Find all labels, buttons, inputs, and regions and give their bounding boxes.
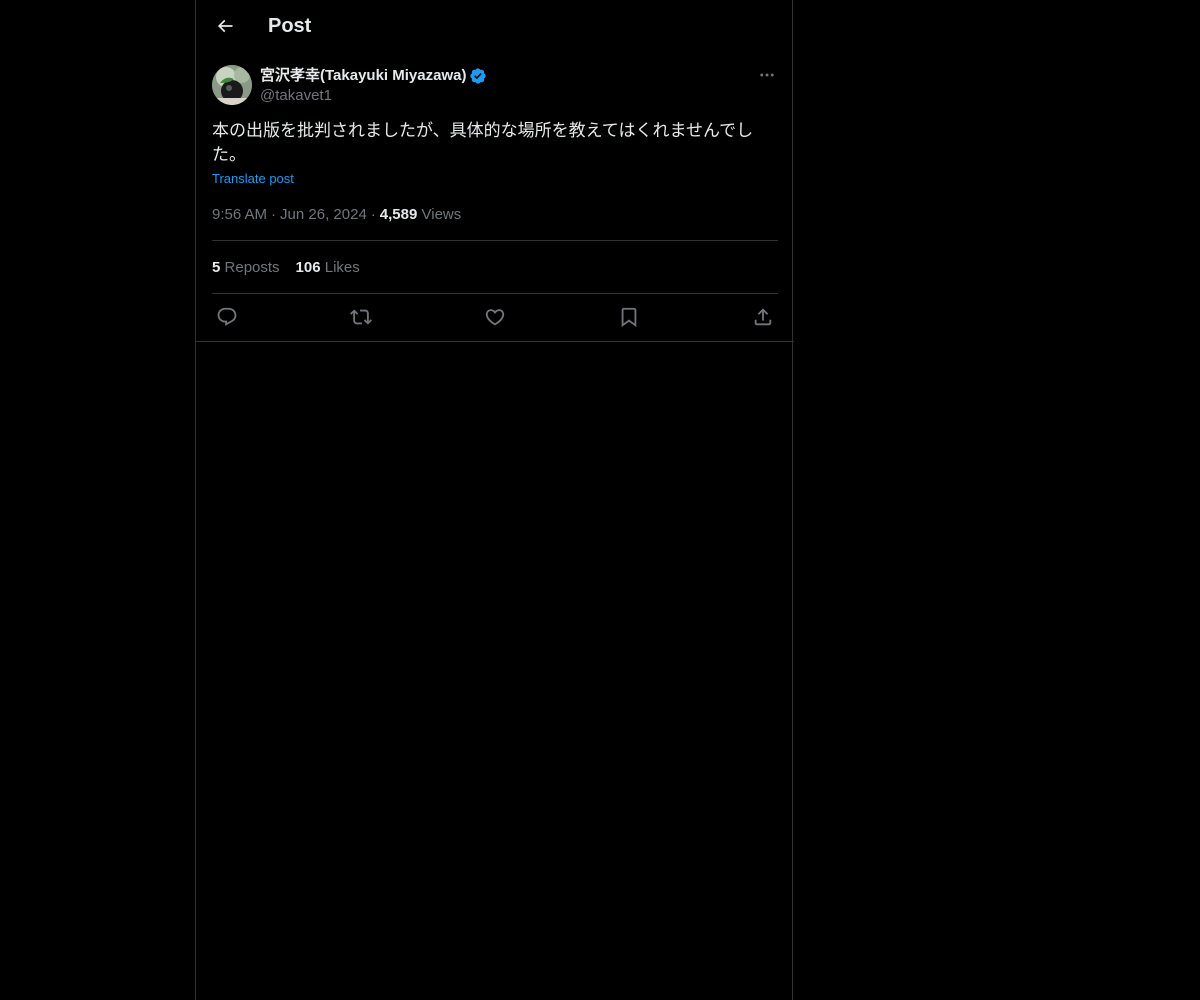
like-button[interactable] — [480, 304, 510, 330]
more-options-button[interactable] — [756, 64, 778, 86]
share-button[interactable] — [748, 304, 778, 330]
post-meta: 9:56 AM · Jun 26, 2024 · 4,589 Views — [212, 205, 461, 225]
likes-label: Likes — [324, 259, 360, 276]
back-button[interactable] — [208, 9, 242, 43]
avatar[interactable] — [212, 65, 252, 105]
page-title: Post — [268, 15, 312, 37]
likes-count: 106 — [295, 259, 321, 276]
reposts-label: Reposts — [224, 259, 280, 276]
author-handle[interactable]: @takavet1 — [260, 86, 332, 106]
post-text: 本の出版を批判されましたが、具体的な場所を教えてはくれませんでした。 — [212, 121, 754, 165]
arrow-left-icon — [215, 16, 235, 36]
repost-button[interactable] — [346, 304, 376, 330]
divider — [212, 240, 778, 241]
likes-stat[interactable]: 106 Likes — [296, 259, 360, 276]
like-icon — [484, 306, 506, 328]
repost-icon — [350, 306, 372, 328]
author-name[interactable]: 宮沢孝幸(Takayuki Miyazawa) — [260, 66, 487, 86]
main-column: Post 宮沢孝幸(Takayuki Miyazawa) @takavet1 本… — [195, 0, 794, 1000]
display-name: 宮沢孝幸(Takayuki Miyazawa) — [260, 67, 467, 84]
bookmark-icon — [618, 306, 640, 328]
verified-badge-icon — [469, 67, 487, 85]
page-header: Post — [196, 0, 794, 53]
more-dots-icon — [758, 66, 776, 84]
translate-post-link[interactable]: Translate post — [212, 171, 294, 187]
share-icon — [752, 306, 774, 328]
views-count: 4,589 — [379, 206, 418, 223]
meta-separator: · — [370, 206, 376, 223]
post-date[interactable]: Jun 26, 2024 — [280, 206, 367, 223]
divider — [212, 293, 778, 294]
views-label: Views — [421, 206, 462, 223]
action-bar — [212, 304, 778, 330]
post-time[interactable]: 9:56 AM — [212, 206, 267, 223]
meta-separator: · — [271, 206, 277, 223]
reply-icon — [216, 306, 238, 328]
reposts-stat[interactable]: 5 Reposts — [212, 259, 280, 276]
post-stats: 5 Reposts 106 Likes — [212, 258, 360, 278]
bookmark-button[interactable] — [614, 304, 644, 330]
post-bottom-border — [196, 341, 794, 342]
reply-button[interactable] — [212, 304, 242, 330]
reposts-count: 5 — [212, 259, 221, 276]
